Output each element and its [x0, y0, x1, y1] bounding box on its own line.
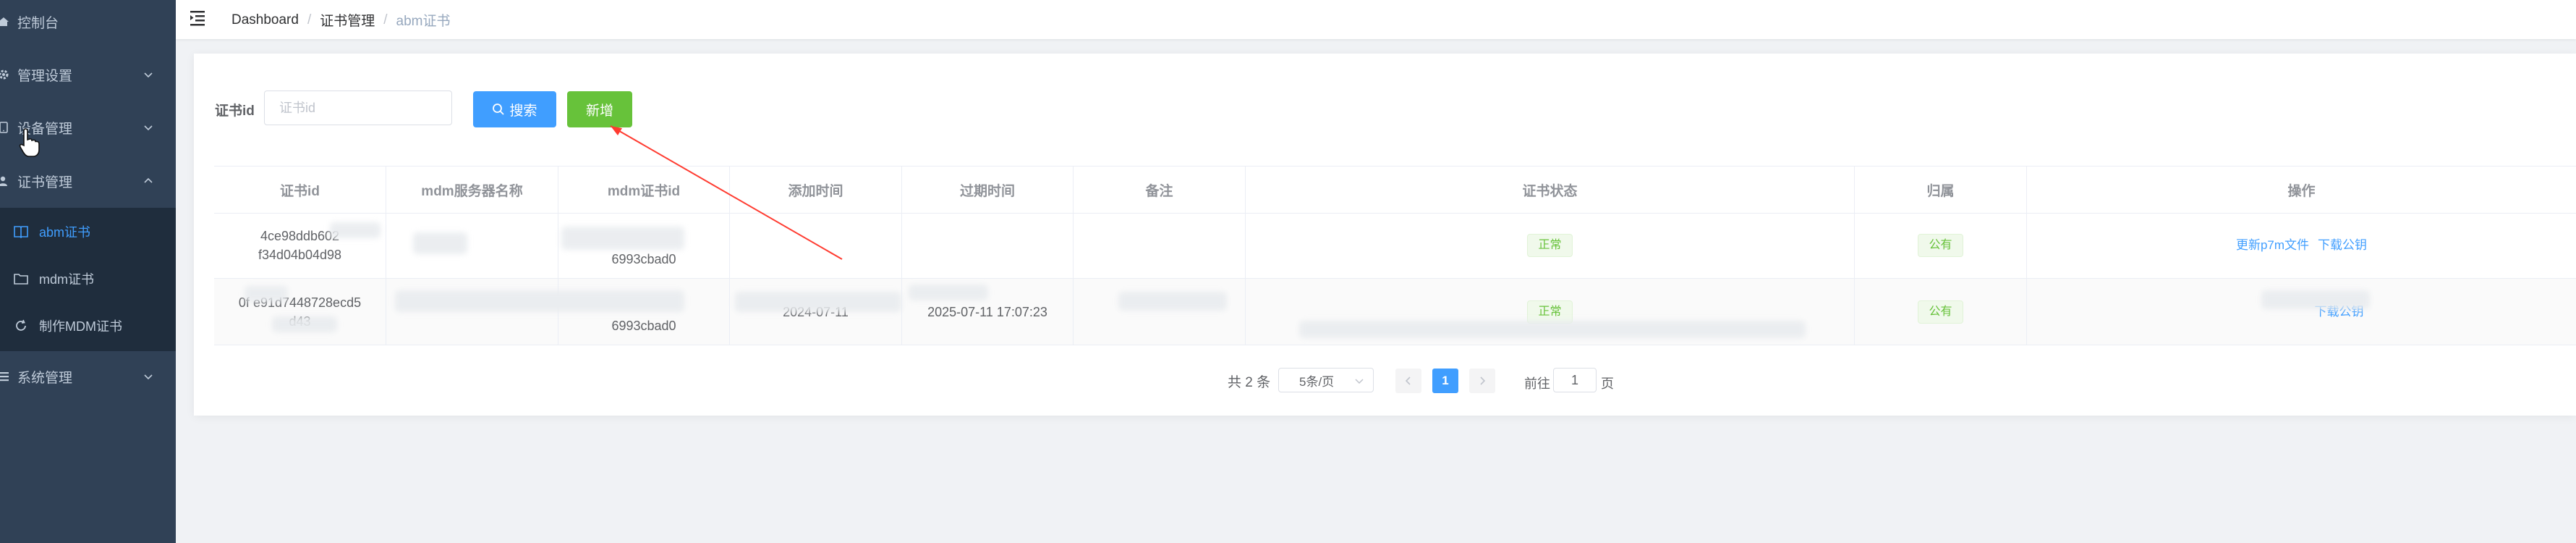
cert-id-text: f34d04b04d98	[258, 248, 342, 262]
page-size-value: 5条/页	[1299, 374, 1335, 389]
chevron-up-icon	[144, 177, 153, 183]
sidebar-item-label: mdm证书	[39, 272, 94, 287]
cell-expire-time	[902, 212, 1074, 279]
sidebar-item-settings[interactable]: 管理设置	[0, 53, 176, 96]
table-row: 4ce98ddb602 f34d04b04d98 6993cbad0 正常 公有…	[214, 212, 2576, 279]
chevron-down-icon	[144, 125, 153, 131]
sidebar-subitem-mdm[interactable]: mdm证书	[0, 257, 176, 300]
search-label: 证书id	[215, 104, 255, 119]
goto-label: 前往	[1524, 376, 1550, 391]
redaction-blur	[413, 232, 467, 254]
cell-server-name	[386, 279, 558, 345]
tablet-icon	[0, 121, 10, 134]
annotation-arrow	[610, 125, 843, 260]
mdm-id-text: 6993cbad0	[611, 319, 676, 333]
owner-badge: 公有	[1918, 300, 1963, 324]
redaction-blur	[735, 292, 901, 312]
column-header: 过期时间	[902, 167, 1074, 213]
chevron-down-icon	[1355, 379, 1364, 384]
goto-page-input[interactable]: 1	[1553, 368, 1597, 392]
cell-remark	[1074, 279, 1246, 345]
sidebar-item-dashboard[interactable]: 控制台	[0, 0, 176, 43]
breadcrumb: Dashboard / 证书管理 / abm证书	[231, 10, 451, 30]
sidebar: 控制台 管理设置 设备管理 证书管理 abm证书 mdm证书 制作MDM证书 系…	[0, 0, 176, 543]
redaction-blur	[245, 286, 288, 302]
sidebar-subitem-make-mdm[interactable]: 制作MDM证书	[0, 304, 176, 348]
page-size-select[interactable]: 5条/页	[1278, 368, 1374, 392]
search-button-label: 搜索	[509, 103, 537, 119]
cell-remark	[1074, 212, 1246, 279]
page-suffix-label: 页	[1601, 376, 1614, 391]
user-icon	[0, 174, 10, 188]
search-icon	[493, 104, 505, 115]
sidebar-item-label: abm证书	[39, 225, 91, 240]
redaction-blur	[272, 316, 337, 332]
chevron-left-icon	[1405, 376, 1411, 385]
sidebar-item-label: 制作MDM证书	[39, 319, 122, 334]
cell-actions: 更新p7m文件 下载公钥	[2027, 212, 2576, 279]
redaction-blur	[909, 285, 988, 300]
book-icon	[13, 224, 29, 240]
hamburger-icon[interactable]	[190, 10, 208, 26]
top-navbar: Dashboard / 证书管理 / abm证书	[176, 0, 2576, 39]
sidebar-subitem-abm[interactable]: abm证书	[0, 210, 176, 253]
prev-page-button[interactable]	[1395, 369, 1421, 393]
column-header: mdm服务器名称	[386, 167, 558, 213]
home-icon	[0, 15, 10, 28]
breadcrumb-item-current: abm证书	[396, 14, 451, 29]
refresh-icon	[13, 318, 29, 334]
column-header: 证书状态	[1246, 167, 1855, 213]
pagination-total: 共 2 条	[1228, 374, 1271, 390]
chevron-down-icon	[144, 374, 153, 380]
cell-status: 正常	[1246, 212, 1855, 279]
sidebar-item-label: 系统管理	[17, 370, 73, 386]
breadcrumb-separator: /	[307, 12, 312, 28]
breadcrumb-item[interactable]: Dashboard	[231, 12, 299, 28]
table-header: 证书id mdm服务器名称 mdm证书id 添加时间 过期时间 备注 证书状态 …	[214, 166, 2576, 214]
sidebar-item-label: 控制台	[17, 15, 59, 31]
breadcrumb-item[interactable]: 证书管理	[320, 10, 375, 30]
owner-badge: 公有	[1918, 234, 1963, 257]
sidebar-item-label: 管理设置	[17, 68, 73, 84]
cell-owner: 公有	[1855, 212, 2027, 279]
cell-added-time: 2024-07-11	[730, 279, 902, 345]
next-page-button[interactable]	[1469, 369, 1495, 393]
folder-icon	[13, 271, 29, 287]
list-icon	[0, 370, 10, 383]
sidebar-item-label: 证书管理	[17, 174, 73, 190]
cert-id-text: 4ce98ddb602	[260, 229, 340, 243]
column-header: 证书id	[214, 167, 386, 213]
redaction-blur	[1299, 321, 1806, 338]
column-header: 备注	[1074, 167, 1246, 213]
page-number-button[interactable]: 1	[1432, 369, 1458, 393]
column-header: 归属	[1855, 167, 2027, 213]
chevron-right-icon	[1480, 376, 1486, 385]
redaction-blur	[1118, 292, 1227, 311]
cert-id-search-input[interactable]	[264, 90, 452, 125]
cell-owner: 公有	[1855, 279, 2027, 345]
expire-time-text: 2025-07-11 17:07:23	[927, 305, 1047, 319]
cell-mdm-id: 6993cbad0	[558, 279, 730, 345]
gear-icon	[0, 68, 10, 81]
search-button[interactable]: 搜索	[473, 91, 556, 127]
cert-table: 证书id mdm服务器名称 mdm证书id 添加时间 过期时间 备注 证书状态 …	[214, 166, 2576, 347]
sidebar-item-certificates[interactable]: 证书管理	[0, 159, 176, 203]
cell-server-name	[386, 212, 558, 279]
sidebar-item-system[interactable]: 系统管理	[0, 355, 176, 398]
update-p7m-link[interactable]: 更新p7m文件	[2236, 236, 2309, 255]
redaction-blur	[330, 222, 381, 238]
redaction-blur	[2261, 290, 2370, 309]
breadcrumb-separator: /	[383, 12, 388, 28]
status-badge: 正常	[1527, 234, 1573, 257]
hand-cursor-icon	[19, 128, 40, 157]
cell-cert-id: 0f e91d7448728ecd5 d43	[214, 279, 386, 345]
cell-actions: 下载公钥	[2027, 279, 2576, 345]
column-header: 操作	[2287, 183, 2316, 199]
download-pubkey-link[interactable]: 下载公钥	[2318, 236, 2367, 255]
chevron-down-icon	[144, 72, 153, 78]
table-row: 0f e91d7448728ecd5 d43 6993cbad0 2024-07…	[214, 279, 2576, 345]
